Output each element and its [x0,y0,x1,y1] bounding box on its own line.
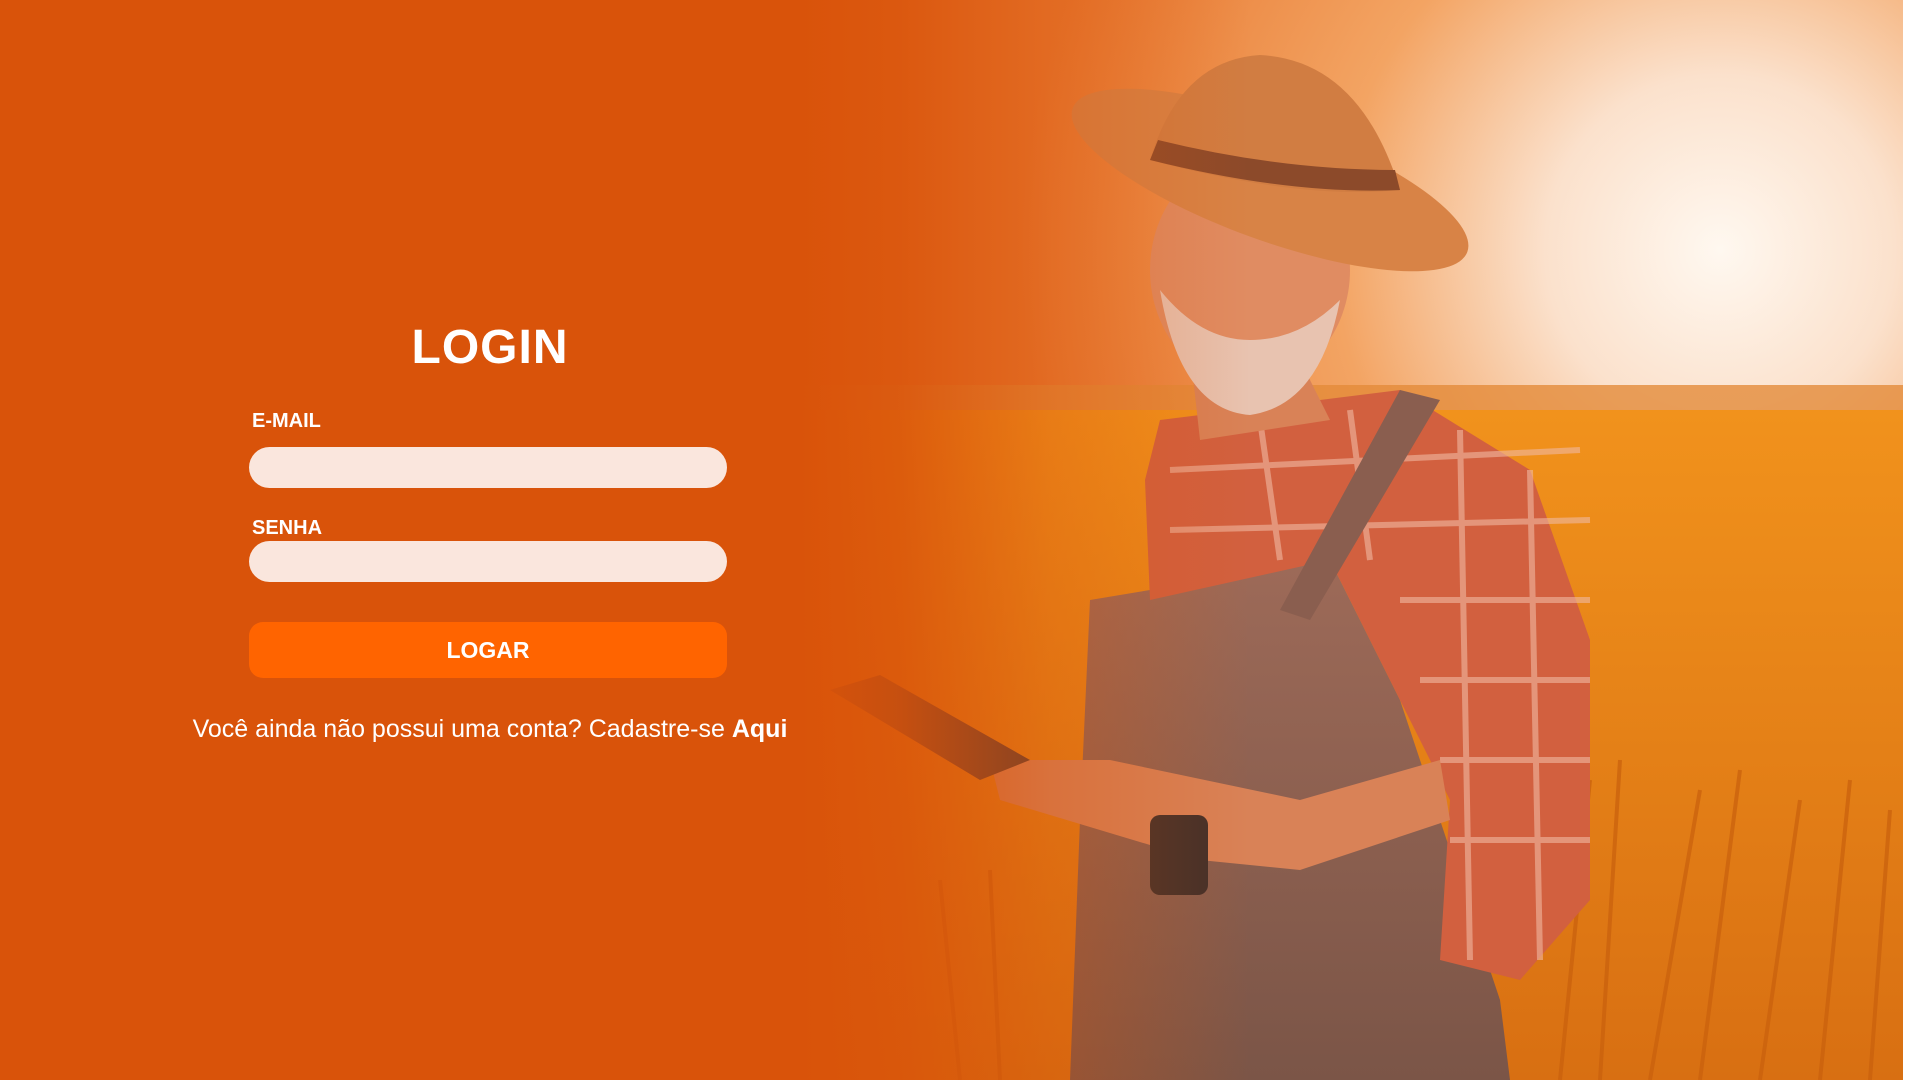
login-button[interactable]: LOGAR [249,622,727,678]
signup-text: Você ainda não possui uma conta? Cadastr… [192,715,725,743]
login-page: LOGIN E-MAIL SENHA LOGAR Você ainda não … [0,0,1920,1080]
hero-farmer-image [0,0,1920,1080]
right-edge-strip [1903,0,1920,1080]
password-label: SENHA [252,517,323,539]
signup-prompt: Você ainda não possui uma conta? Cadastr… [180,715,800,744]
email-field[interactable] [249,447,727,488]
page-title: LOGIN [411,321,569,374]
signup-link[interactable]: Aqui [732,715,788,743]
password-field[interactable] [249,541,727,582]
email-label: E-MAIL [252,410,321,432]
